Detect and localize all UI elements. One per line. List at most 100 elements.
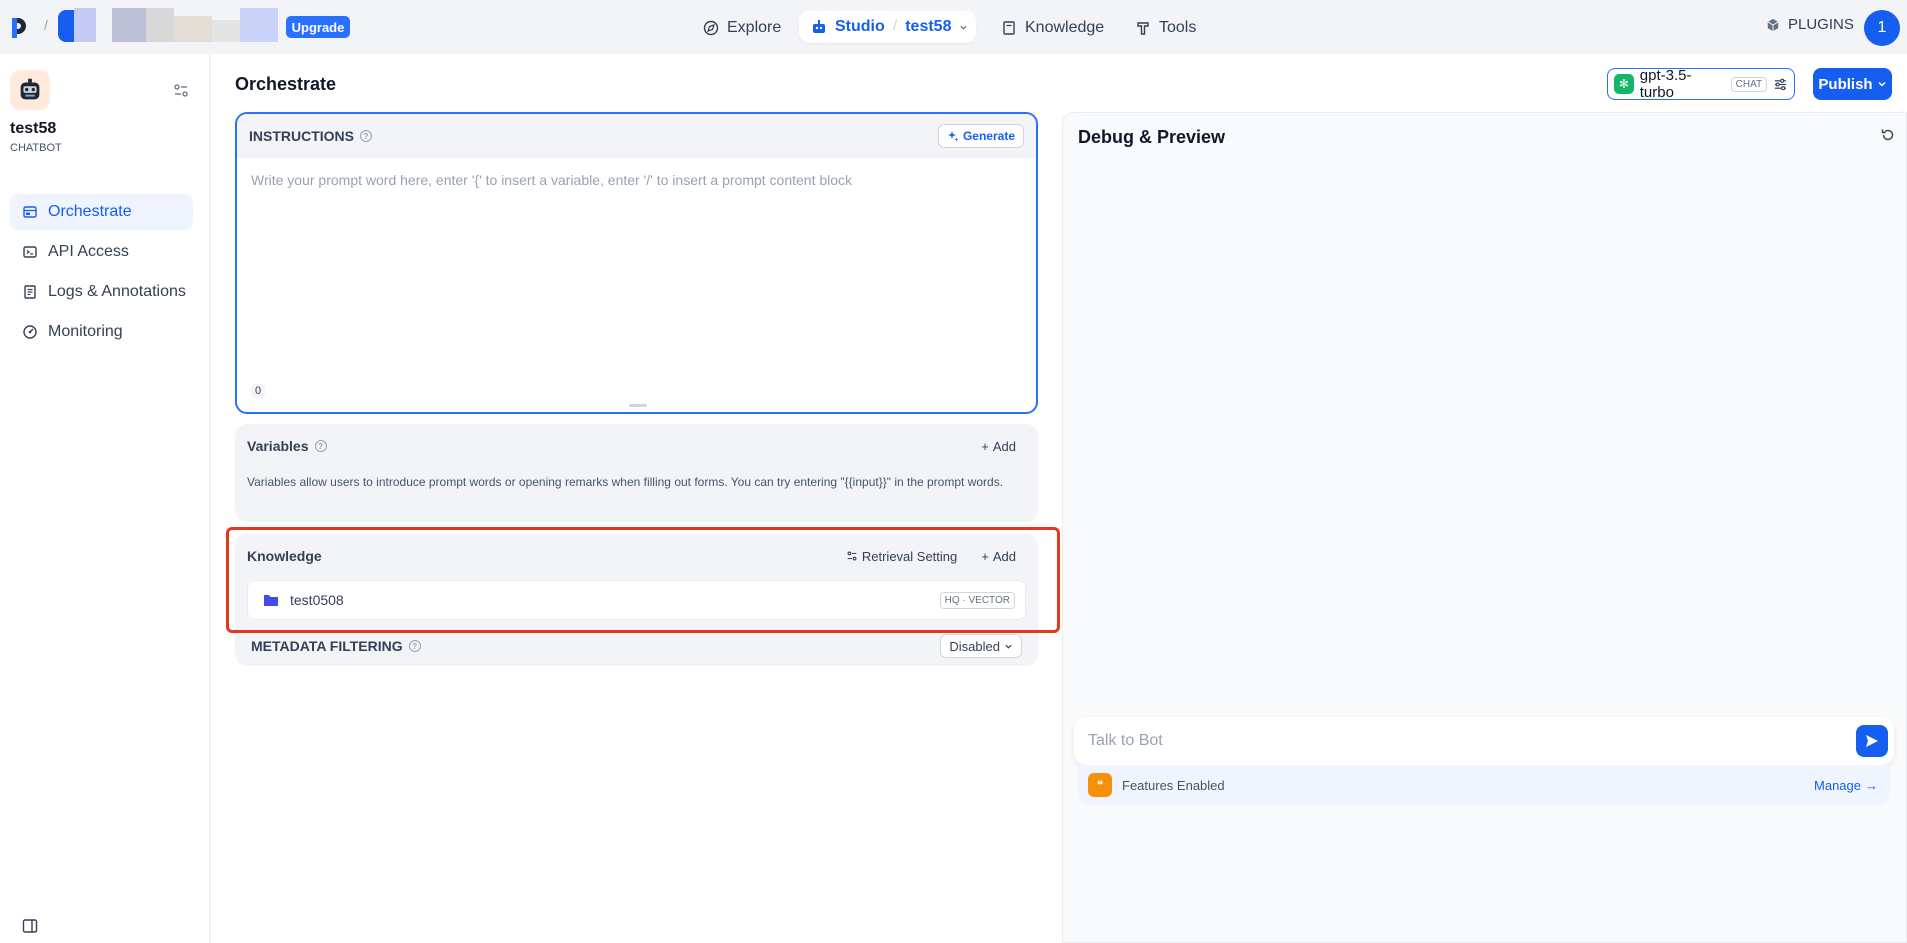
plus-icon: + — [981, 438, 989, 454]
nav-tools-label: Tools — [1159, 19, 1197, 36]
page-title: Orchestrate — [235, 74, 337, 94]
nav-knowledge-label: Knowledge — [1025, 19, 1105, 36]
knowledge-actions: Retrieval Setting + Add — [846, 549, 1026, 564]
nav-explore[interactable]: Explore — [703, 12, 781, 44]
features-label: Features Enabled — [1122, 777, 1225, 793]
sidebar-item-label: Logs & Annotations — [48, 283, 186, 300]
instructions-title: INSTRUCTIONS ? — [249, 128, 372, 144]
plus-icon: + — [981, 548, 989, 564]
retrieval-setting-button[interactable]: Retrieval Setting — [846, 549, 957, 564]
app-name: test58 — [10, 120, 57, 137]
settings-sliders-icon[interactable] — [172, 82, 190, 100]
knowledge-title-text: Knowledge — [247, 548, 322, 564]
sidebar-item-label: API Access — [48, 243, 129, 260]
nav-explore-label: Explore — [727, 19, 782, 36]
monitoring-icon — [23, 325, 37, 339]
sidebar-collapse-icon[interactable] — [22, 918, 38, 934]
add-knowledge-button[interactable]: + Add — [981, 549, 1026, 564]
sparkle-icon — [947, 131, 959, 142]
metadata-title-text: METADATA FILTERING — [251, 638, 403, 654]
plugins-label: PLUGINS — [1788, 16, 1854, 33]
knowledge-item[interactable]: test0508 HQ · VECTOR — [247, 580, 1026, 620]
model-mode-badge: CHAT — [1730, 76, 1768, 92]
robot-icon — [813, 20, 825, 33]
metadata-filter-select[interactable]: Disabled — [940, 634, 1022, 658]
arrow-right-icon: → — [1865, 777, 1878, 793]
variables-card: Variables ? + Add Variables allow users … — [235, 424, 1038, 522]
compass-icon — [703, 20, 719, 36]
add-variable-button[interactable]: + Add — [981, 439, 1026, 454]
dify-logo-icon[interactable] — [12, 16, 28, 38]
add-label: Add — [992, 438, 1016, 454]
instructions-header: INSTRUCTIONS ? Generate — [237, 114, 1036, 158]
help-icon[interactable]: ? — [408, 640, 421, 652]
generate-button[interactable]: Generate — [937, 124, 1024, 148]
orchestrate-icon — [23, 206, 37, 218]
resize-handle[interactable] — [629, 404, 647, 407]
nav-knowledge[interactable]: Knowledge — [1001, 12, 1104, 44]
metadata-title: METADATA FILTERING ? — [251, 638, 421, 654]
send-icon — [1866, 735, 1878, 747]
nav-studio-label: Studio — [835, 18, 885, 35]
help-icon[interactable]: ? — [360, 130, 372, 142]
sidebar-item-api-access[interactable]: API Access — [10, 234, 193, 270]
logs-icon — [24, 285, 36, 299]
folder-icon — [264, 595, 278, 606]
index-mode-badge: HQ · VECTOR — [939, 591, 1015, 609]
instructions-title-text: INSTRUCTIONS — [249, 128, 354, 144]
nav-app-label[interactable]: test58 — [905, 18, 951, 36]
quote-icon: ❝ — [1088, 773, 1112, 797]
prompt-placeholder: Write your prompt word here, enter '{' t… — [251, 172, 853, 188]
cube-icon — [1767, 18, 1779, 31]
knowledge-header: Knowledge Retrieval Setting + Add — [247, 546, 1026, 566]
plugins-button[interactable]: PLUGINS — [1766, 16, 1854, 33]
sidebar-item-orchestrate[interactable]: Orchestrate — [10, 194, 193, 230]
add-label: Add — [992, 548, 1016, 564]
robot-face-icon — [20, 78, 40, 100]
app-type: CHATBOT — [10, 142, 62, 154]
prompt-editor[interactable]: Write your prompt word here, enter '{' t… — [237, 158, 1036, 202]
sidebar-item-label: Orchestrate — [48, 203, 132, 220]
app-avatar[interactable] — [10, 70, 50, 110]
nav-separator: / — [892, 18, 898, 35]
knowledge-title: Knowledge — [247, 548, 322, 564]
refresh-icon[interactable] — [1880, 127, 1896, 143]
sidebar-item-monitoring[interactable]: Monitoring — [10, 314, 193, 350]
model-selector[interactable]: ✻ gpt-3.5-turbo CHAT — [1607, 67, 1795, 101]
debug-title: Debug & Preview — [1078, 127, 1226, 147]
terminal-icon — [23, 246, 37, 258]
model-settings-icon[interactable] — [1773, 77, 1788, 92]
variables-title-text: Variables — [247, 438, 309, 454]
help-icon[interactable]: ? — [314, 440, 327, 452]
sidebar-item-logs[interactable]: Logs & Annotations — [10, 274, 193, 310]
metadata-filter-value: Disabled — [949, 638, 1000, 654]
manage-features-link[interactable]: Manage → — [1814, 778, 1878, 793]
send-button[interactable] — [1856, 725, 1888, 757]
main-panel: Orchestrate ✻ gpt-3.5-turbo CHAT Publish… — [211, 54, 1907, 943]
metadata-filtering-row: METADATA FILTERING ? Disabled — [235, 626, 1038, 666]
workspace-selector[interactable] — [56, 8, 286, 44]
chat-input[interactable]: Talk to Bot — [1074, 717, 1894, 765]
manage-label: Manage — [1814, 777, 1861, 793]
chevron-down-icon — [1005, 644, 1012, 649]
hammer-icon — [1137, 22, 1149, 35]
book-icon — [1003, 21, 1015, 35]
retrieval-setting-label: Retrieval Setting — [861, 548, 958, 564]
variables-header: Variables ? + Add — [247, 436, 1026, 456]
variables-description: Variables allow users to introduce promp… — [247, 475, 1004, 489]
model-name: gpt-3.5-turbo — [1639, 67, 1692, 101]
nav-studio[interactable]: Studio / test58 — [799, 11, 976, 43]
chevron-down-icon[interactable] — [959, 23, 968, 32]
knowledge-item-main: test0508 — [262, 591, 344, 609]
publish-button[interactable]: Publish — [1813, 68, 1892, 100]
sidebar-item-label: Monitoring — [48, 323, 123, 340]
user-avatar[interactable]: 1 — [1864, 10, 1900, 46]
features-info: ❝ Features Enabled — [1088, 773, 1225, 797]
variables-title: Variables ? — [247, 438, 327, 454]
nav-tools[interactable]: Tools — [1135, 12, 1196, 44]
generate-label: Generate — [962, 129, 1015, 143]
settings-sliders-icon — [847, 551, 857, 561]
chevron-down-icon — [1878, 81, 1886, 87]
upgrade-button[interactable]: Upgrade — [286, 16, 350, 38]
knowledge-card: Knowledge Retrieval Setting + Add test05… — [235, 534, 1038, 626]
